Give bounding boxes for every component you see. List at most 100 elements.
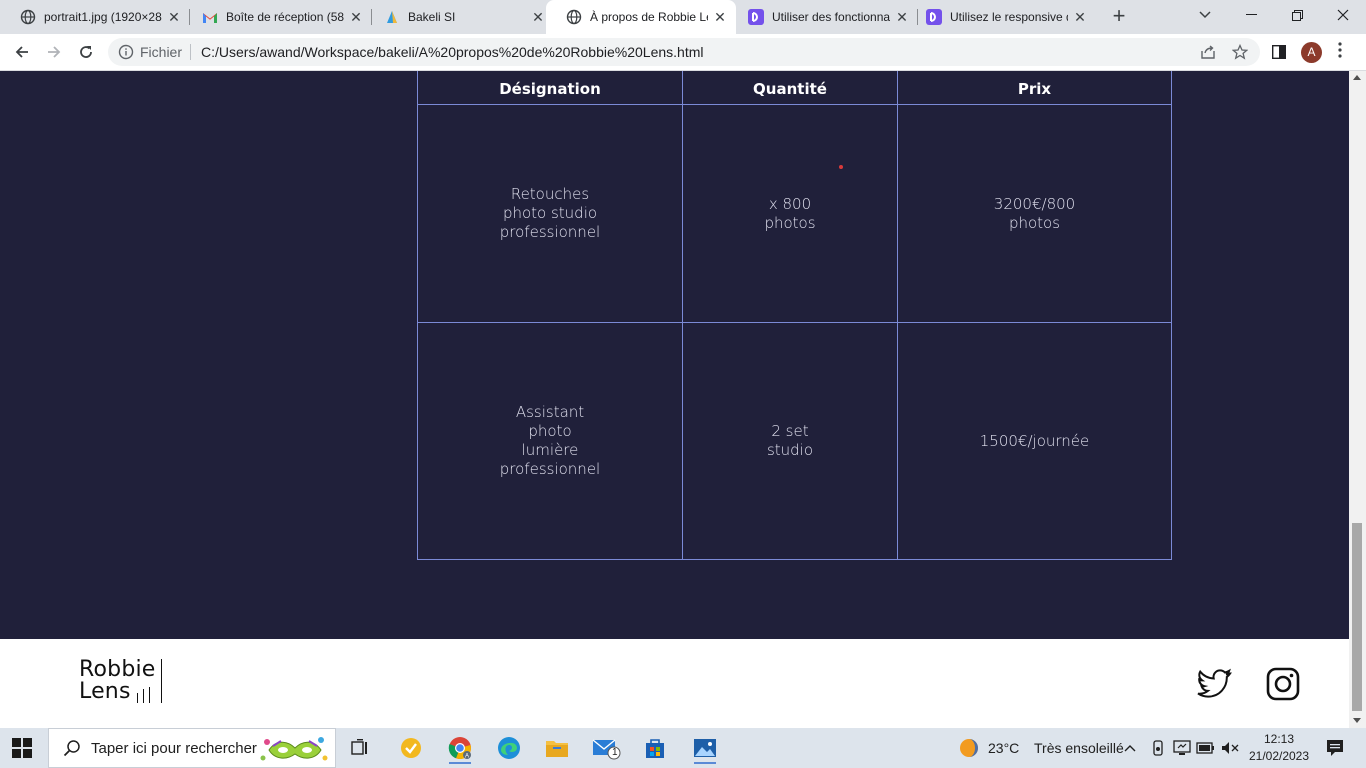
close-tab-icon[interactable]: ✕	[1072, 9, 1088, 25]
search-icon	[63, 739, 81, 757]
bookmark-star-icon[interactable]	[1231, 43, 1249, 60]
cell-line: Retouches	[510, 185, 590, 203]
menu-kebab-icon[interactable]	[1338, 42, 1342, 62]
tab-about-robbie-lens[interactable]: À propos de Robbie Le ✕	[546, 0, 736, 34]
search-placeholder: Taper ici pour rechercher	[91, 739, 257, 757]
taskbar-search-box[interactable]: Taper ici pour rechercher	[48, 728, 336, 768]
tab-gmail[interactable]: Boîte de réception (58 ✕	[182, 0, 372, 34]
close-tab-icon[interactable]: ✕	[348, 9, 364, 25]
page-scrollbar[interactable]	[1349, 71, 1366, 728]
info-icon[interactable]	[118, 44, 134, 60]
tab-portrait[interactable]: portrait1.jpg (1920×28 ✕	[0, 0, 190, 34]
mail-app-icon[interactable]: 1	[590, 732, 624, 764]
gmail-icon	[202, 9, 218, 25]
cell-line: 3200€/800	[993, 194, 1076, 213]
logo-line-2: Lens	[79, 679, 131, 704]
svg-text:A: A	[465, 754, 469, 760]
openclassrooms-icon	[748, 9, 764, 25]
column-header-quantity: Quantité	[682, 71, 898, 105]
url-scheme-label: Fichier	[140, 44, 183, 60]
show-hidden-icons-chevron-icon[interactable]	[1118, 732, 1142, 764]
scrollbar-thumb[interactable]	[1352, 523, 1362, 711]
clock-time: 12:13	[1263, 732, 1295, 746]
tab-title: Utiliser des fonctionna	[772, 10, 890, 24]
tab-title: Boîte de réception (58	[226, 10, 344, 24]
cell-line: photos	[764, 213, 816, 232]
profile-avatar[interactable]: A	[1301, 42, 1322, 63]
table-header-row: Désignation Quantité Prix	[417, 71, 1172, 105]
close-tab-icon[interactable]: ✕	[166, 9, 182, 25]
close-tab-icon[interactable]: ✕	[712, 9, 728, 25]
mail-badge-count: 1	[612, 747, 618, 758]
reload-button[interactable]	[72, 38, 100, 66]
side-panel-icon[interactable]	[1265, 38, 1293, 66]
table-cell-designation: Assistant photo lumière professionnel	[417, 322, 683, 560]
robbie-lens-logo[interactable]: Robbie Lens	[79, 657, 162, 704]
tab-openclassrooms-1[interactable]: Utiliser des fonctionna ✕	[728, 0, 918, 34]
twitter-icon[interactable]	[1196, 666, 1232, 702]
tab-openclassrooms-2[interactable]: Utilisez le responsive d ✕	[906, 0, 1096, 34]
scroll-down-arrow-icon[interactable]	[1353, 718, 1361, 723]
clock-date: 21/02/2023	[1248, 749, 1310, 763]
cell-line: x 800	[768, 194, 812, 213]
share-icon[interactable]	[1200, 44, 1216, 60]
tab-title: Bakeli SI	[408, 10, 456, 24]
tab-title: À propos de Robbie Le	[590, 10, 708, 24]
taskbar-clock[interactable]: 12:13 21/02/2023	[1246, 731, 1312, 765]
globe-icon	[20, 9, 36, 25]
weather-temperature[interactable]: 23°C	[988, 740, 1019, 756]
page-footer: Robbie Lens	[0, 639, 1349, 728]
chrome-app-icon[interactable]: A	[443, 732, 477, 764]
volume-muted-icon[interactable]	[1218, 732, 1242, 764]
edge-app-icon[interactable]	[492, 732, 526, 764]
cell-line: studio	[766, 441, 814, 459]
cell-line: 1500€/journée	[979, 431, 1090, 450]
scroll-up-arrow-icon[interactable]	[1353, 75, 1361, 80]
new-tab-button[interactable]: +	[1108, 5, 1130, 28]
task-view-icon[interactable]	[343, 732, 377, 764]
tab-strip: portrait1.jpg (1920×28 ✕ Boîte de récept…	[0, 0, 1366, 34]
forward-button[interactable]	[40, 38, 68, 66]
column-header-designation: Désignation	[417, 71, 683, 105]
photos-app-icon[interactable]	[688, 732, 722, 764]
address-bar[interactable]: Fichier C:/Users/awand/Workspace/bakeli/…	[108, 38, 1260, 66]
back-button[interactable]	[8, 38, 36, 66]
network-device-icon[interactable]	[1146, 732, 1170, 764]
windows-taskbar: Taper ici pour rechercher A 1 23°C Très …	[0, 728, 1366, 768]
table-cell-quantity: x 800 photos	[682, 104, 898, 323]
logo-line-1: Robbie	[79, 657, 156, 682]
pricing-table: Désignation Quantité Prix Retouches phot…	[417, 71, 1172, 560]
security-app-icon[interactable]	[394, 732, 428, 764]
bakeli-icon	[384, 9, 400, 25]
cell-line: professionnel	[499, 223, 601, 241]
cell-line: Assistant	[515, 403, 585, 421]
cell-line: photo	[528, 422, 572, 440]
weather-description[interactable]: Très ensoleillé	[1034, 740, 1124, 756]
display-icon[interactable]	[1170, 732, 1194, 764]
cell-line: photo studio	[502, 204, 598, 222]
instagram-icon[interactable]	[1265, 666, 1301, 702]
carnival-mask-icon	[259, 732, 331, 766]
globe-icon	[566, 9, 582, 25]
table-cell-price: 1500€/journée	[897, 322, 1172, 560]
windows-start-icon[interactable]	[12, 738, 32, 758]
restore-icon[interactable]	[1274, 0, 1320, 30]
minimize-icon[interactable]	[1228, 0, 1274, 30]
notification-center-icon[interactable]	[1326, 739, 1344, 757]
tab-title: portrait1.jpg (1920×28	[44, 10, 162, 24]
battery-plug-icon[interactable]	[1194, 732, 1218, 764]
file-explorer-icon[interactable]	[540, 732, 574, 764]
tab-search-chevron-icon[interactable]	[1182, 0, 1228, 30]
logo-bars-decoration	[136, 687, 150, 703]
store-app-icon[interactable]	[638, 732, 672, 764]
page-viewport: Désignation Quantité Prix Retouches phot…	[0, 71, 1349, 728]
table-cell-designation: Retouches photo studio professionnel	[417, 104, 683, 323]
tab-title: Utilisez le responsive d	[950, 10, 1068, 24]
table-cell-price: 3200€/800 photos	[897, 104, 1172, 323]
url-text[interactable]: C:/Users/awand/Workspace/bakeli/A%20prop…	[201, 44, 703, 60]
tab-bakeli[interactable]: Bakeli SI ✕	[364, 0, 554, 34]
weather-sunny-icon[interactable]	[952, 732, 986, 764]
divider	[190, 44, 192, 60]
close-window-icon[interactable]	[1320, 0, 1366, 30]
close-tab-icon[interactable]: ✕	[530, 9, 546, 25]
